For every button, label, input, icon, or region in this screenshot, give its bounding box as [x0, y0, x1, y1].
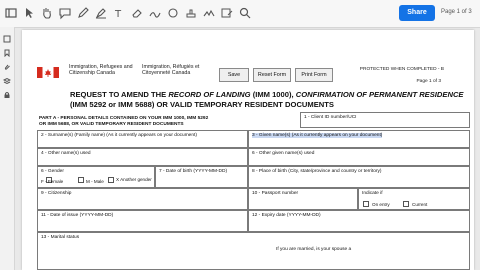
print-form-button[interactable]: Print Form [295, 68, 333, 82]
marital-status-field[interactable]: 13 - Marital status If you are married, … [37, 232, 470, 270]
date-of-issue-field[interactable]: 11 - Date of issue (YYYY-MM-DD) [37, 210, 248, 232]
page-indicator: Page 1 of 3 [416, 79, 441, 84]
surname-field[interactable]: 2 - Surname(s) (Family name) (As it curr… [37, 130, 248, 148]
current-label: Current [412, 202, 428, 207]
left-rail [0, 27, 15, 270]
highlight-icon[interactable] [94, 6, 108, 20]
gender-male-checkbox[interactable] [78, 177, 84, 183]
share-button[interactable]: Share [399, 5, 435, 21]
attachment-icon[interactable] [3, 63, 11, 71]
passport-number-field[interactable]: 10 - Passport number [248, 188, 358, 210]
edit-text-icon[interactable] [220, 6, 234, 20]
on-entry-checkbox[interactable] [363, 201, 369, 207]
gender-female-label: F - Female [41, 179, 64, 184]
gender-male-label: M - Male [86, 179, 104, 184]
gender-another-label: X Another gender [116, 177, 152, 182]
toolbar: T Share Page 1 of 3 [0, 0, 480, 28]
text-icon[interactable]: T [112, 6, 126, 20]
cursor-icon[interactable] [22, 6, 36, 20]
protected-label: PROTECTED WHEN COMPLETED - B [359, 67, 444, 72]
page-count: Page 1 of 3 [441, 9, 472, 15]
gender-another-checkbox[interactable] [108, 177, 114, 183]
date-of-birth-field[interactable]: 7 - Date of birth (YYYY-MM-DD) [155, 166, 248, 188]
spouse-question: If you are married, is your spouse a [276, 247, 352, 252]
shape-icon[interactable] [166, 6, 180, 20]
other-names-field[interactable]: 4 - Other name(s) used [37, 148, 248, 166]
hand-icon[interactable] [40, 6, 54, 20]
client-id-field[interactable]: 1 - Client ID number/UCI [300, 112, 470, 128]
bookmark-icon[interactable] [3, 49, 11, 57]
fill-sign-icon[interactable] [148, 6, 162, 20]
given-name-label: 3 - Given name(s) (As it currently appea… [252, 133, 383, 138]
search-icon[interactable] [238, 6, 252, 20]
form-title: REQUEST TO AMEND THE RECORD OF LANDING (… [70, 90, 464, 109]
other-given-names-field[interactable]: 6 - Other given name(s) used [248, 148, 470, 166]
signature-icon[interactable] [202, 6, 216, 20]
gender-field: 6 - Gender F - Female M - Male X Another… [37, 166, 155, 188]
current-checkbox[interactable] [403, 201, 409, 207]
surname-label: 2 - Surname(s) (Family name) (As it curr… [41, 133, 197, 138]
layers-icon[interactable] [3, 77, 11, 85]
given-name-field[interactable]: 3 - Given name(s) (As it currently appea… [248, 130, 470, 148]
pen-icon[interactable] [76, 6, 90, 20]
section-a-heading: PART A - PERSONAL DETAILS CONTAINED ON Y… [39, 116, 209, 127]
sidebar-toggle-icon[interactable] [4, 6, 18, 20]
canada-flag-icon [37, 67, 59, 78]
lock-icon[interactable] [3, 91, 11, 99]
expiry-date-field[interactable]: 12 - Expiry date (YYYY-MM-DD) [248, 210, 470, 232]
stamp-icon[interactable] [184, 6, 198, 20]
department-name-en: Immigration, Refugees and Citizenship Ca… [69, 64, 133, 77]
save-button[interactable]: Save [219, 68, 249, 82]
place-of-birth-field[interactable]: 8 - Place of birth (City, state/province… [248, 166, 470, 188]
indicate-if-field: Indicate if On entry Current [358, 188, 470, 210]
eraser-icon[interactable] [130, 6, 144, 20]
reset-form-button[interactable]: Reset Form [253, 68, 291, 82]
svg-text:T: T [114, 9, 122, 20]
citizenship-field[interactable]: 9 - Citizenship [37, 188, 248, 210]
document-page: Immigration, Refugees and Citizenship Ca… [22, 30, 474, 270]
department-name-fr: Immigration, Réfugiés et Citoyenneté Can… [142, 64, 200, 77]
comment-icon[interactable] [58, 6, 72, 20]
on-entry-label: On entry [372, 202, 390, 207]
thumbnails-icon[interactable] [3, 35, 11, 43]
